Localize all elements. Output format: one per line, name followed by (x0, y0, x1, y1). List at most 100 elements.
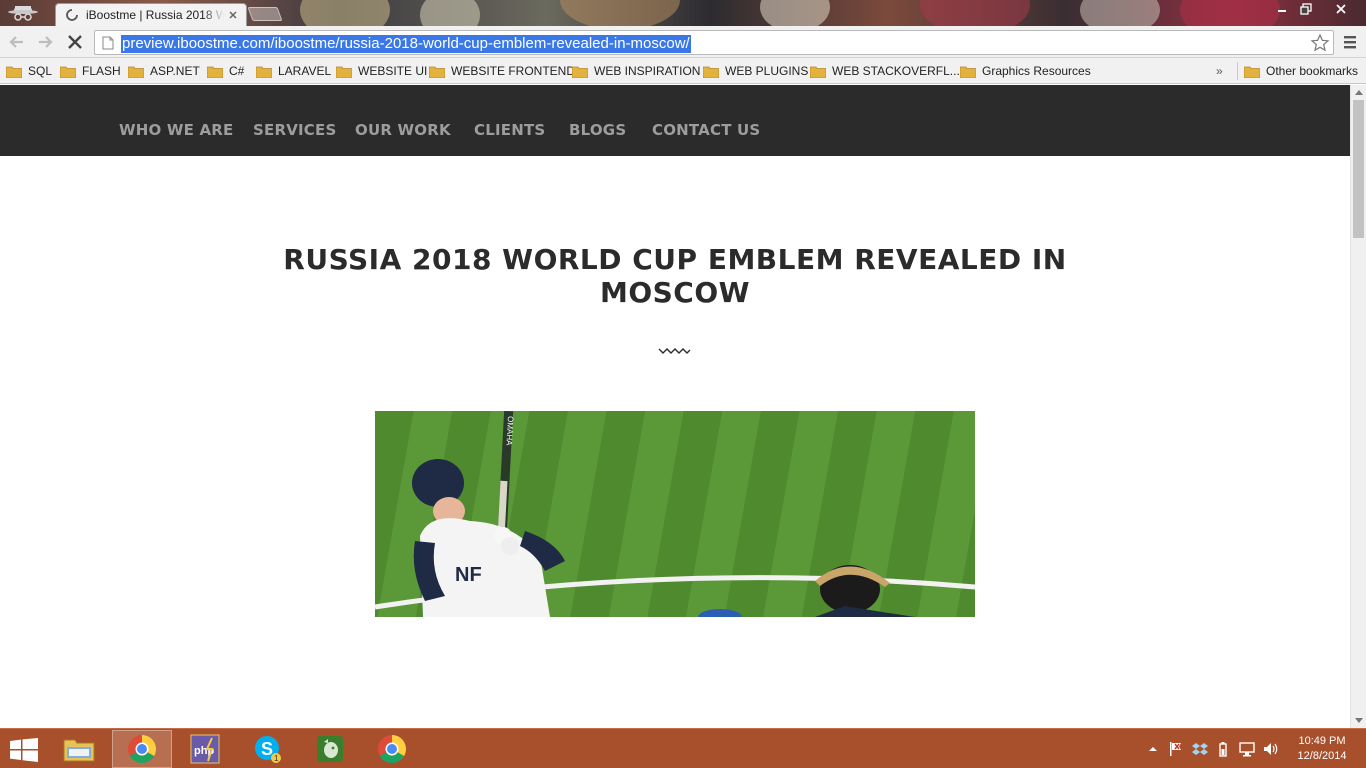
address-bar[interactable]: preview.iboostme.com/iboostme/russia-201… (94, 30, 1334, 55)
folder-icon (1244, 66, 1260, 78)
article-hero-image: OMAHA NF (375, 411, 975, 617)
taskbar-chrome[interactable] (362, 730, 422, 768)
action-center-flag-icon[interactable] (1168, 741, 1184, 757)
baseball-photo: OMAHA NF (375, 411, 975, 617)
article-title: RUSSIA 2018 WORLD CUP EMBLEM REVEALED IN… (283, 243, 1067, 309)
folder-icon (960, 66, 976, 78)
taskbar-evernote[interactable] (300, 730, 360, 768)
bookmark-label: Graphics Resources (982, 64, 1091, 78)
other-bookmarks-label: Other bookmarks (1266, 64, 1359, 78)
bookmark-label: WEB INSPIRATION (594, 64, 701, 78)
folder-icon (207, 66, 223, 78)
bookmark-label: WEBSITE FRONTEND (451, 64, 576, 78)
system-clock[interactable]: 10:49 PM 12/8/2014 (1290, 734, 1354, 764)
bookmark-label: WEB PLUGINS (725, 64, 809, 78)
bookmark-folder-sql[interactable]: SQL (6, 62, 52, 80)
nav-link-who-we-are[interactable]: WHO WE ARE (119, 121, 234, 139)
nav-link-contact-us[interactable]: CONTACT US (652, 121, 760, 139)
taskbar-phpstorm[interactable]: php (175, 730, 235, 768)
bookmarks-bar: SQL FLASH ASP.NET C# LARAVEL WEBSITE UI … (0, 58, 1366, 84)
power-icon[interactable] (1215, 741, 1231, 757)
browser-toolbar: preview.iboostme.com/iboostme/russia-201… (0, 26, 1366, 58)
page-scrollbar[interactable] (1350, 85, 1366, 728)
scrollbar-thumb[interactable] (1353, 100, 1364, 238)
back-arrow-icon[interactable] (8, 33, 26, 51)
bookmark-folder-flash[interactable]: FLASH (60, 62, 121, 80)
windows-taskbar: php S 1 10:49 PM 12/8/2014 (0, 728, 1366, 768)
windows-start-icon[interactable] (10, 738, 38, 762)
stop-loading-icon[interactable] (66, 33, 84, 51)
nav-link-clients[interactable]: CLIENTS (474, 121, 545, 139)
svg-text:S: S (261, 739, 273, 759)
folder-icon (336, 66, 352, 78)
nav-link-blogs[interactable]: BLOGS (569, 121, 626, 139)
bookmark-folder-csharp[interactable]: C# (207, 62, 244, 80)
nav-link-our-work[interactable]: OUR WORK (355, 121, 451, 139)
bat-text: OMAHA (504, 416, 515, 446)
bookmark-folder-website-frontend[interactable]: WEBSITE FRONTEND (429, 62, 575, 80)
tab-active[interactable]: iBoostme | Russia 2018 World Cup Emblem … (55, 3, 247, 26)
bookmark-folder-web-inspiration[interactable]: WEB INSPIRATION (572, 62, 700, 80)
new-tab-button[interactable] (247, 7, 283, 21)
bookmark-folder-web-stackoverflow[interactable]: WEB STACKOVERFL... (810, 62, 960, 80)
jersey-text: NF (455, 564, 482, 586)
clock-date: 12/8/2014 (1297, 750, 1347, 762)
folder-icon (256, 66, 272, 78)
bookmark-label: FLASH (82, 64, 121, 78)
restore-window-button[interactable] (1294, 0, 1318, 18)
bookmark-folder-graphics-resources[interactable]: Graphics Resources (960, 62, 1091, 80)
wave-divider-icon (658, 347, 691, 355)
phpstorm-icon: php (190, 734, 220, 764)
folder-icon (703, 66, 719, 78)
show-hidden-icons-icon[interactable] (1145, 741, 1161, 757)
bookmark-folder-web-plugins[interactable]: WEB PLUGINS (703, 62, 808, 80)
taskbar-file-explorer[interactable] (49, 730, 109, 768)
close-tab-icon[interactable] (228, 10, 238, 20)
skype-badge: 1 (274, 754, 279, 763)
tab-title: iBoostme | Russia 2018 World Cup Emblem … (86, 8, 224, 22)
page-viewport: WHO WE ARE SERVICES OUR WORK CLIENTS BLO… (0, 85, 1350, 728)
taskbar-skype[interactable]: S 1 (238, 730, 298, 768)
evernote-icon (317, 736, 343, 762)
folder-icon (810, 66, 826, 78)
volume-icon[interactable] (1263, 741, 1279, 757)
bookmarks-overflow-chevron[interactable]: » (1216, 64, 1223, 78)
bookmark-label: C# (229, 64, 245, 78)
skype-icon: S 1 (255, 736, 281, 763)
forward-arrow-icon[interactable] (36, 33, 54, 51)
bookmark-folder-aspnet[interactable]: ASP.NET (128, 62, 200, 80)
chrome-icon (378, 735, 406, 763)
bookmarks-separator (1237, 62, 1238, 80)
bookmark-label: WEBSITE UI (358, 64, 428, 78)
clock-time: 10:49 PM (1298, 735, 1346, 747)
scroll-up-arrow-icon[interactable] (1355, 89, 1363, 95)
bookmark-folder-website-ui[interactable]: WEBSITE UI (336, 62, 427, 80)
bookmark-label: SQL (28, 64, 53, 78)
folder-icon (60, 66, 76, 78)
close-window-button[interactable] (1318, 0, 1364, 18)
site-navigation: WHO WE ARE SERVICES OUR WORK CLIENTS BLO… (0, 85, 1350, 156)
chrome-icon (128, 735, 156, 763)
loading-spinner-icon (66, 9, 78, 21)
page-icon (102, 36, 114, 50)
menu-hamburger-icon[interactable] (1342, 34, 1358, 50)
browser-tab-strip: iBoostme | Russia 2018 World Cup Emblem … (0, 0, 1366, 26)
dropbox-icon[interactable] (1192, 741, 1208, 757)
nav-link-services[interactable]: SERVICES (253, 121, 336, 139)
incognito-icon (6, 2, 40, 24)
bookmark-label: LARAVEL (278, 64, 332, 78)
folder-icon (572, 66, 588, 78)
scroll-down-arrow-icon[interactable] (1355, 718, 1363, 724)
bookmark-label: ASP.NET (150, 64, 200, 78)
taskbar-chrome-active[interactable] (112, 730, 172, 768)
bookmark-label: WEB STACKOVERFL... (832, 64, 960, 78)
minimize-window-button[interactable] (1270, 0, 1294, 18)
other-bookmarks-folder[interactable]: Other bookmarks (1244, 62, 1358, 80)
network-icon[interactable] (1239, 741, 1255, 757)
file-explorer-icon (63, 739, 95, 762)
folder-icon (128, 66, 144, 78)
bookmark-folder-laravel[interactable]: LARAVEL (256, 62, 331, 80)
folder-icon (429, 66, 445, 78)
url-text[interactable]: preview.iboostme.com/iboostme/russia-201… (121, 35, 691, 53)
bookmark-star-icon[interactable] (1310, 33, 1330, 53)
